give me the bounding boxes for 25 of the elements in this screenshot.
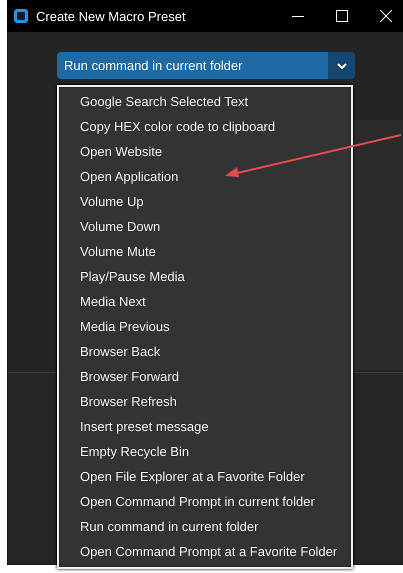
close-icon[interactable] [380,10,392,22]
menu-item[interactable]: Volume Up [59,189,351,214]
menu-item[interactable]: Run command in current folder [59,514,351,539]
menu-item[interactable]: Browser Forward [59,364,351,389]
menu-item[interactable]: Open Command Prompt at a Favorite Folder [59,539,351,564]
menu-item[interactable]: Empty Recycle Bin [59,439,351,464]
action-dropdown[interactable]: Run command in current folder [57,52,355,79]
menu-item[interactable]: Volume Down [59,214,351,239]
menu-item[interactable]: Play/Pause Media [59,264,351,289]
menu-item[interactable]: Open Website [59,139,351,164]
menu-item[interactable]: Media Next [59,289,351,314]
maximize-icon[interactable] [336,10,348,22]
window-title: Create New Macro Preset [36,8,186,24]
chevron-down-icon [336,62,346,68]
menu-item[interactable]: Insert preset message [59,414,351,439]
menu-item[interactable]: Copy HEX color code to clipboard [59,114,351,139]
menu-item[interactable]: Google Search Selected Text [59,89,351,114]
menu-item[interactable]: Open Command Prompt in current folder [59,489,351,514]
app-icon [14,9,28,23]
menu-item[interactable]: Volume Mute [59,239,351,264]
menu-item[interactable]: Media Previous [59,314,351,339]
menu-item[interactable]: Browser Back [59,339,351,364]
menu-item[interactable]: Open File Explorer at a Favorite Folder [59,464,351,489]
menu-item[interactable]: Browser Refresh [59,389,351,414]
menu-item[interactable]: Open Application [59,164,351,189]
